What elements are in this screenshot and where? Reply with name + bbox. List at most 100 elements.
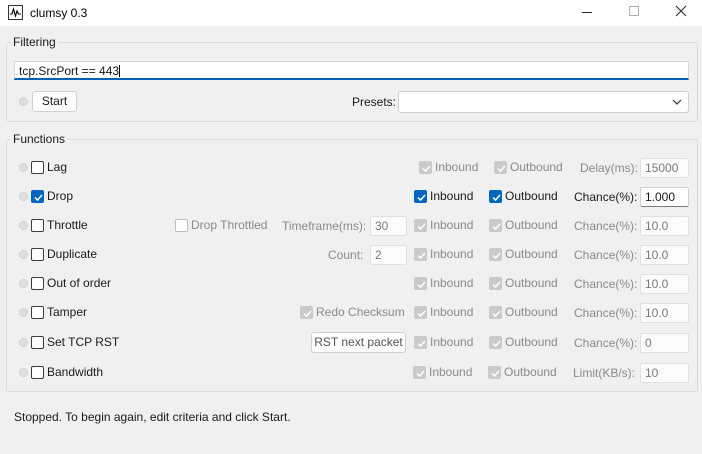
status-message: Stopped. To begin again, edit criteria a…	[14, 410, 291, 424]
set-tcp-rst-label: Set TCP RST	[47, 335, 120, 349]
drop-inbound-checkbox[interactable]	[414, 190, 427, 203]
check-icon	[492, 223, 501, 231]
throttle-outbound-checkbox[interactable]	[489, 219, 502, 232]
set-tcp-rst-inbound-label: Inbound	[430, 335, 474, 349]
drop-chance-label: Chance(%):	[574, 190, 638, 204]
rst-next-packet-button[interactable]: RST next packet	[311, 332, 406, 353]
duplicate-count-label: Count:	[328, 248, 364, 262]
lag-delay-label: Delay(ms):	[580, 161, 639, 175]
bandwidth-outbound-label: Outbound	[504, 365, 557, 379]
throttle-enable-checkbox[interactable]	[31, 219, 44, 232]
drop-status-dot	[19, 192, 28, 201]
app-waveform-icon	[8, 5, 23, 20]
duplicate-enable-checkbox[interactable]	[31, 248, 44, 261]
check-icon	[417, 310, 426, 318]
duplicate-count-input[interactable]: 2	[370, 245, 407, 265]
lag-inbound-checkbox[interactable]	[419, 161, 432, 174]
set-tcp-rst-chance-label: Chance(%):	[574, 336, 638, 350]
bandwidth-limit-input[interactable]: 10	[640, 363, 689, 383]
tamper-label: Tamper	[47, 305, 88, 319]
bandwidth-status-dot	[19, 368, 28, 377]
bandwidth-enable-checkbox[interactable]	[31, 366, 44, 379]
bandwidth-limit-label: Limit(KB/s):	[573, 366, 636, 380]
tamper-chance-label: Chance(%):	[574, 306, 638, 320]
duplicate-outbound-label: Outbound	[505, 247, 558, 261]
maximize-button[interactable]	[610, 0, 656, 26]
drop-throttled-checkbox[interactable]	[175, 219, 188, 232]
set-tcp-rst-inbound-checkbox[interactable]	[414, 336, 427, 349]
throttle-chance-input[interactable]: 10.0	[640, 216, 689, 236]
presets-select[interactable]	[398, 91, 689, 113]
out-of-order-outbound-checkbox[interactable]	[489, 277, 502, 290]
drop-label: Drop	[47, 189, 74, 203]
throttle-inbound-checkbox[interactable]	[414, 219, 427, 232]
minimize-button[interactable]	[564, 0, 610, 26]
out-of-order-inbound-label: Inbound	[430, 276, 474, 290]
tamper-status-dot	[19, 308, 28, 317]
lag-delay-input[interactable]: 15000	[640, 158, 689, 178]
redo-checksum-label: Redo Checksum	[316, 305, 405, 319]
tamper-enable-checkbox[interactable]	[31, 306, 44, 319]
throttle-timeframe-label: Timeframe(ms):	[282, 219, 367, 233]
redo-checksum-checkbox[interactable]	[300, 306, 313, 319]
lag-status-dot	[19, 163, 28, 172]
check-icon	[416, 370, 425, 378]
check-icon	[492, 340, 501, 348]
check-icon	[492, 281, 501, 289]
check-icon	[492, 310, 501, 318]
throttle-outbound-label: Outbound	[505, 218, 558, 232]
filtering-legend: Filtering	[11, 35, 58, 49]
check-icon	[422, 165, 431, 173]
throttle-status-dot	[19, 221, 28, 230]
check-icon	[417, 281, 426, 289]
out-of-order-chance-input[interactable]: 10.0	[640, 274, 689, 294]
out-of-order-label: Out of order	[47, 276, 112, 290]
duplicate-inbound-checkbox[interactable]	[414, 248, 427, 261]
set-tcp-rst-enable-checkbox[interactable]	[31, 336, 44, 349]
lag-outbound-checkbox[interactable]	[494, 161, 507, 174]
duplicate-inbound-label: Inbound	[430, 247, 474, 261]
tamper-outbound-label: Outbound	[505, 305, 558, 319]
text-caret	[119, 65, 121, 77]
tamper-chance-input[interactable]: 10.0	[640, 303, 689, 323]
drop-chance-input[interactable]: 1.000	[640, 187, 689, 207]
minimize-icon	[582, 12, 592, 13]
drop-outbound-checkbox[interactable]	[489, 190, 502, 203]
check-icon	[492, 194, 501, 202]
drop-throttled-label: Drop Throttled	[191, 218, 268, 232]
bandwidth-inbound-label: Inbound	[429, 365, 473, 379]
start-button[interactable]: Start	[32, 91, 77, 112]
set-tcp-rst-outbound-label: Outbound	[505, 335, 558, 349]
out-of-order-inbound-checkbox[interactable]	[414, 277, 427, 290]
check-icon	[492, 252, 501, 260]
functions-group	[6, 139, 698, 392]
chevron-down-icon	[672, 99, 682, 105]
close-button[interactable]	[656, 0, 702, 26]
out-of-order-status-dot	[19, 279, 28, 288]
duplicate-outbound-checkbox[interactable]	[489, 248, 502, 261]
tamper-outbound-checkbox[interactable]	[489, 306, 502, 319]
out-of-order-enable-checkbox[interactable]	[31, 277, 44, 290]
duplicate-chance-input[interactable]: 10.0	[640, 245, 689, 265]
drop-inbound-label: Inbound	[430, 189, 474, 203]
close-icon	[675, 5, 687, 17]
maximize-icon	[629, 6, 639, 16]
lag-label: Lag	[47, 160, 68, 174]
filter-text: tcp.SrcPort == 443	[19, 64, 120, 78]
filter-input[interactable]: tcp.SrcPort == 443	[14, 61, 689, 80]
check-icon	[417, 223, 426, 231]
throttle-chance-label: Chance(%):	[574, 219, 638, 233]
functions-legend: Functions	[11, 132, 68, 146]
set-tcp-rst-chance-input[interactable]: 0	[640, 333, 689, 353]
drop-enable-checkbox[interactable]	[31, 190, 44, 203]
check-icon	[417, 252, 426, 260]
lag-enable-checkbox[interactable]	[31, 161, 44, 174]
check-icon	[34, 194, 43, 202]
bandwidth-inbound-checkbox[interactable]	[413, 366, 426, 379]
check-icon	[497, 165, 506, 173]
throttle-timeframe-input[interactable]: 30	[370, 216, 407, 236]
set-tcp-rst-outbound-checkbox[interactable]	[489, 336, 502, 349]
tamper-inbound-checkbox[interactable]	[414, 306, 427, 319]
bandwidth-outbound-checkbox[interactable]	[488, 366, 501, 379]
throttle-label: Throttle	[47, 218, 88, 232]
